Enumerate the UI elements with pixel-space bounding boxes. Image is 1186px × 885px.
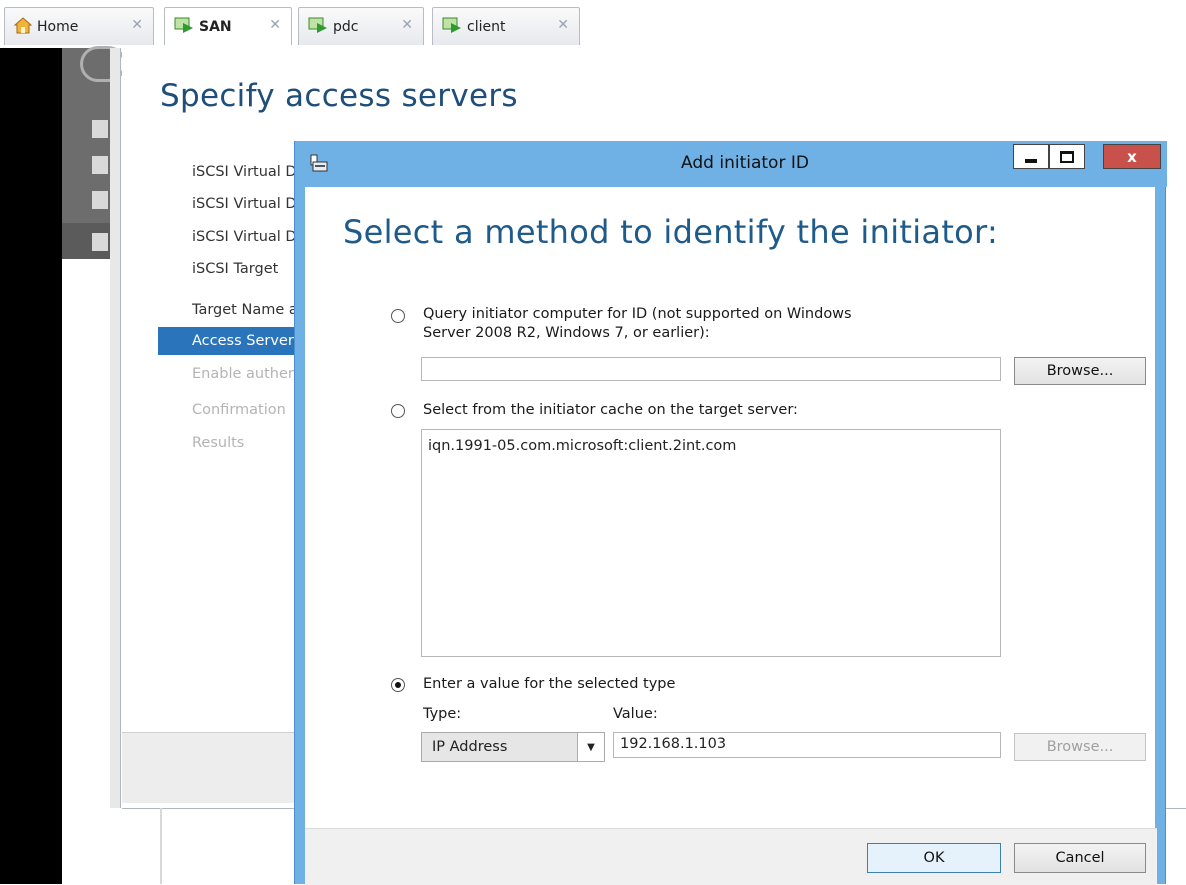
server-icon[interactable] [92, 191, 108, 209]
initiator-cache-label: Select from the initiator cache on the t… [423, 402, 798, 418]
vm-console-border [0, 48, 62, 884]
home-icon [13, 16, 33, 38]
server-icon[interactable] [92, 156, 108, 174]
dialog-border [1155, 187, 1165, 884]
cancel-button[interactable]: Cancel [1014, 843, 1146, 873]
dialog-titlebar[interactable]: Add initiator ID x [295, 141, 1167, 187]
initiator-cache-radio[interactable] [391, 404, 405, 418]
vm-icon [307, 15, 329, 39]
file-storage-icon [92, 233, 108, 251]
tab-label: SAN [199, 18, 232, 35]
list-item[interactable]: iqn.1991-05.com.microsoft:client.2int.co… [428, 438, 994, 454]
vm-icon [173, 15, 195, 39]
close-icon[interactable]: ✕ [131, 17, 143, 33]
wizard-frame [110, 48, 121, 808]
wizard-title: Specify access servers [160, 78, 518, 114]
query-initiator-label: Query initiator computer for ID (not sup… [423, 305, 852, 343]
enter-value-label: Enter a value for the selected type [423, 676, 676, 692]
browse-button[interactable]: Browse... [1014, 357, 1146, 385]
tab-label: pdc [333, 18, 359, 35]
tab-label: Home [37, 18, 79, 35]
value-label: Value: [613, 706, 658, 722]
tab-label: client [467, 18, 506, 35]
close-icon: x [1127, 147, 1137, 166]
type-label: Type: [423, 706, 462, 722]
minimize-icon [1025, 158, 1037, 163]
vm-icon [441, 15, 463, 39]
maximize-button[interactable] [1049, 144, 1085, 169]
browse-button-disabled: Browse... [1014, 733, 1146, 761]
close-icon[interactable]: ✕ [557, 17, 569, 33]
chevron-down-icon[interactable]: ▼ [577, 733, 604, 761]
tab-client[interactable]: client ✕ [432, 7, 580, 45]
type-select-value: IP Address [432, 739, 508, 755]
tab-bar: Home ✕ SAN ✕ pdc ✕ client ✕ [0, 0, 1186, 48]
query-initiator-radio[interactable] [391, 309, 405, 323]
maximize-icon [1060, 150, 1074, 163]
tab-san[interactable]: SAN ✕ [164, 7, 292, 45]
dashboard-icon[interactable] [92, 120, 108, 138]
close-button[interactable]: x [1103, 144, 1161, 169]
query-initiator-label-line1: Query initiator computer for ID (not sup… [423, 306, 852, 322]
type-select[interactable]: IP Address ▼ [421, 732, 605, 762]
enter-value-radio[interactable] [391, 678, 405, 692]
initiator-cache-list[interactable]: iqn.1991-05.com.microsoft:client.2int.co… [421, 429, 1001, 657]
value-input[interactable]: 192.168.1.103 [613, 732, 1001, 758]
tab-pdc[interactable]: pdc ✕ [298, 7, 424, 45]
divider [160, 808, 162, 884]
close-icon[interactable]: ✕ [401, 17, 413, 33]
dialog-border [295, 187, 305, 884]
add-initiator-dialog: Add initiator ID x Select a method to id… [294, 141, 1167, 885]
query-initiator-label-line2: Server 2008 R2, Windows 7, or earlier): [423, 325, 710, 341]
query-initiator-input[interactable] [421, 357, 1001, 381]
minimize-button[interactable] [1013, 144, 1049, 169]
ok-button[interactable]: OK [867, 843, 1001, 873]
sidebar-selected-item[interactable] [62, 223, 110, 259]
tab-home[interactable]: Home ✕ [4, 7, 154, 45]
dialog-heading: Select a method to identify the initiato… [343, 213, 999, 251]
close-icon[interactable]: ✕ [269, 17, 281, 33]
